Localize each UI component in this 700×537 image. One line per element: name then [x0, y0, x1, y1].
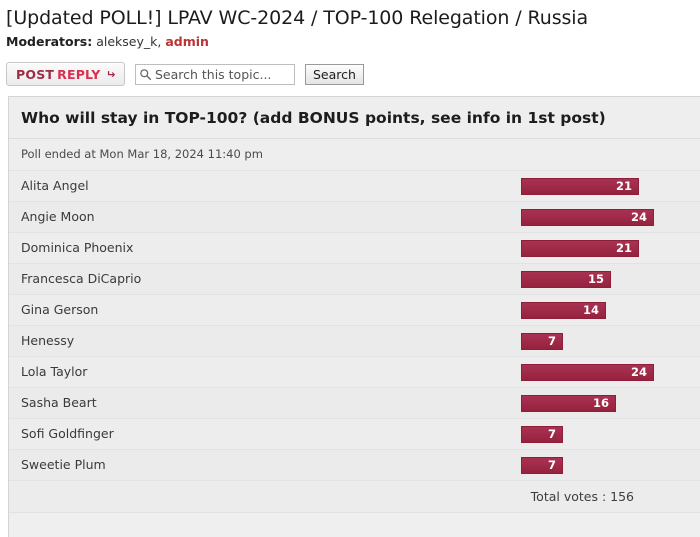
poll-result-bar: 15	[521, 270, 611, 288]
post-reply-post-text: POST	[16, 66, 55, 82]
poll-result-bar: 7	[521, 425, 563, 443]
poll-bar-cell: 7	[521, 425, 688, 443]
poll-option-label: Dominica Phoenix	[21, 240, 134, 255]
poll-result-bar: 21	[521, 239, 639, 257]
poll-option-label: Francesca DiCaprio	[21, 271, 142, 286]
poll-bar-cell: 24	[521, 208, 688, 226]
poll-panel-tail	[9, 513, 700, 537]
poll-option-label: Alita Angel	[21, 178, 89, 193]
poll-option-row: Sofi Goldfinger 7	[9, 419, 700, 450]
poll-bar-cell: 24	[521, 363, 688, 381]
poll-bar-cell: 15	[521, 270, 688, 288]
poll-ended-text: Poll ended at Mon Mar 18, 2024 11:40 pm	[21, 147, 263, 161]
poll-result-bar: 7	[521, 456, 563, 474]
poll-result-bar: 14	[521, 301, 606, 319]
poll-option-label: Henessy	[21, 333, 75, 348]
poll-option-label: Lola Taylor	[21, 364, 88, 379]
search-field-wrapper[interactable]	[134, 63, 295, 85]
post-reply-reply-text: REPLY	[57, 66, 101, 82]
poll-option-row: Dominica Phoenix 21	[9, 233, 700, 264]
poll-question: Who will stay in TOP-100? (add BONUS poi…	[9, 97, 700, 139]
poll-bar-cell: 14	[521, 301, 688, 319]
search-input[interactable]	[154, 66, 290, 82]
poll-result-bar: 24	[521, 208, 654, 226]
page-title: [Updated POLL!] LPAV WC-2024 / TOP-100 R…	[6, 7, 589, 29]
post-reply-button[interactable]: POST REPLY ↵	[6, 62, 125, 86]
poll-option-row: Henessy 7	[9, 326, 700, 357]
poll-option-row: Gina Gerson 14	[9, 295, 700, 326]
moderator-admin-link[interactable]: admin	[165, 34, 209, 49]
poll-result-bar: 21	[521, 177, 639, 195]
poll-option-row: Lola Taylor 24	[9, 357, 700, 388]
poll-option-label: Gina Gerson	[21, 302, 99, 317]
moderator-user-link[interactable]: aleksey_k,	[96, 34, 161, 49]
poll-option-row: Sasha Beart 16	[9, 388, 700, 419]
moderators-line: Moderators: aleksey_k, admin	[0, 30, 700, 50]
poll-option-row: Alita Angel 21	[9, 171, 700, 202]
search-button[interactable]: Search	[304, 63, 364, 85]
poll-option-label: Sasha Beart	[21, 395, 97, 410]
poll-bar-cell: 16	[521, 394, 688, 412]
poll-options-list: Alita Angel 21 Angie Moon 24 Dominica Phoeni…	[9, 170, 700, 481]
poll-page: [Updated POLL!] LPAV WC-2024 / TOP-100 R…	[0, 0, 700, 537]
poll-panel: Who will stay in TOP-100? (add BONUS poi…	[8, 96, 700, 537]
poll-option-label: Sofi Goldfinger	[21, 426, 114, 441]
poll-option-row: Francesca DiCaprio 15	[9, 264, 700, 295]
poll-bar-cell: 21	[521, 239, 688, 257]
poll-footer: Total votes : 156	[9, 481, 700, 513]
total-votes-label: Total votes : 156	[530, 489, 634, 504]
poll-result-bar: 24	[521, 363, 654, 381]
poll-option-label: Sweetie Plum	[21, 457, 106, 472]
poll-bar-cell: 7	[521, 332, 688, 350]
topic-action-bar: POST REPLY ↵ Search	[0, 50, 700, 86]
poll-option-row: Sweetie Plum 7	[9, 450, 700, 481]
poll-result-bar: 7	[521, 332, 563, 350]
poll-bar-cell: 7	[521, 456, 688, 474]
moderators-label: Moderators:	[6, 34, 93, 49]
search-icon	[140, 68, 152, 80]
poll-result-bar: 16	[521, 394, 616, 412]
poll-option-row: Angie Moon 24	[9, 202, 700, 233]
poll-bar-cell: 21	[521, 177, 688, 195]
reply-arrow-icon: ↵	[105, 67, 115, 81]
poll-option-label: Angie Moon	[21, 209, 95, 224]
